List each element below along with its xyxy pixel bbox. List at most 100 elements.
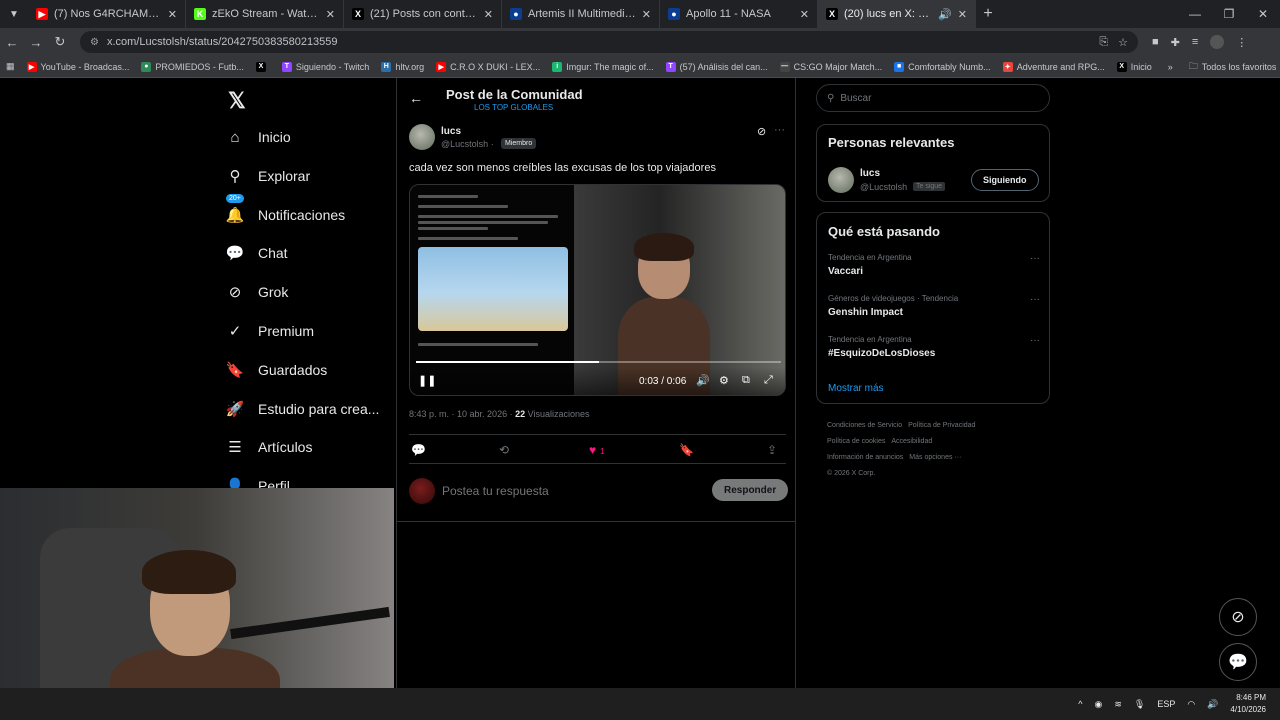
steam-icon[interactable]: ◉ (1094, 699, 1102, 710)
grok-fab-icon[interactable]: ⊘ (1219, 598, 1257, 636)
nav-item-guardados[interactable]: 🔖 Guardados (226, 361, 328, 379)
all-bookmarks[interactable]: 🗀 Todos los favoritos (1183, 59, 1280, 75)
back-button[interactable]: ← (0, 35, 24, 50)
back-arrow-icon[interactable]: ← (409, 90, 423, 106)
pip-icon[interactable]: ⧉ (742, 374, 750, 387)
browser-tab[interactable]: ● Artemis II Multimedia: Crew Ph ✕ (502, 0, 660, 28)
nav-item-explorar[interactable]: ⚲ Explorar (226, 167, 311, 185)
search-box[interactable]: ⚲ Buscar (816, 84, 1050, 112)
tab-close-icon[interactable]: ✕ (326, 8, 335, 21)
footer-link[interactable]: Condiciones de Servicio (827, 422, 902, 429)
following-button[interactable]: Siguiendo (971, 169, 1039, 191)
grok-icon[interactable]: ⊘ (757, 125, 766, 138)
bookmark-item[interactable]: ▶ YouTube - Broadcas... (21, 61, 136, 72)
mic-icon[interactable]: 🎙 (1134, 699, 1145, 710)
author-handle[interactable]: @Lucstolsh · (441, 139, 494, 149)
video-progress-bar[interactable] (416, 361, 781, 363)
trend-more-icon[interactable]: ··· (1030, 253, 1040, 264)
bookmark-item[interactable]: T Siguiendo - Twitch (276, 61, 375, 72)
reply-button[interactable]: Responder (712, 479, 789, 501)
footer-link[interactable]: © 2026 X Corp. (827, 470, 875, 477)
bookmark-item[interactable]: ✦ Adventure and RPG... (997, 61, 1111, 72)
nav-item-inicio[interactable]: ⌂ Inicio (226, 128, 290, 146)
install-app-icon[interactable]: ⎘ (1099, 36, 1108, 49)
show-more-link[interactable]: Mostrar más (828, 383, 884, 394)
browser-tab[interactable]: ● Apollo 11 - NASA ✕ (660, 0, 818, 28)
profile-avatar[interactable] (1210, 35, 1225, 49)
bookmark-item[interactable]: Hhltv.org (375, 61, 430, 72)
more-options-icon[interactable]: ··· (774, 124, 785, 136)
trend-more-icon[interactable]: ··· (1030, 335, 1040, 346)
trend-item[interactable]: Tendencia en Argentina Vaccari ··· (828, 253, 1040, 277)
tab-close-icon[interactable]: ✕ (800, 8, 809, 21)
bookmarks-overflow-icon[interactable]: » (1158, 62, 1183, 72)
footer-link[interactable]: Política de cookies (827, 438, 885, 445)
extensions-puzzle-icon[interactable]: ✚ (1171, 36, 1180, 49)
bookmark-item[interactable]: ■ Comfortably Numb... (888, 61, 997, 72)
tab-close-icon[interactable]: ✕ (958, 8, 967, 21)
bookmark-star-icon[interactable]: ☆ (1118, 36, 1128, 49)
site-info-icon[interactable]: ⚙ (90, 37, 99, 48)
forward-button[interactable]: → (24, 35, 48, 50)
messages-fab-icon[interactable]: 💬 (1219, 643, 1257, 681)
video-player[interactable]: ❚❚ 0:03 / 0:06 🔊 ⚙ ⧉ ⤢ (409, 184, 786, 396)
browser-menu-icon[interactable]: ⋮ (1236, 36, 1247, 49)
tab-close-icon[interactable]: ✕ (484, 8, 493, 21)
reload-button[interactable]: ↻ (48, 34, 72, 50)
trend-item[interactable]: Tendencia en Argentina #EsquizoDeLosDiose… (828, 335, 1040, 359)
bookmark-item[interactable]: X Inicio (1111, 61, 1158, 72)
nav-item-chat[interactable]: 💬 Chat (226, 244, 288, 262)
browser-tab[interactable]: X (21) Posts con contenido multi ✕ (344, 0, 502, 28)
reply-icon[interactable]: 💬 (411, 443, 426, 457)
x-logo-icon[interactable]: 𝕏 (228, 88, 246, 114)
browser-tab[interactable]: ▶ (7) Nos G4RCHAMOS a TODOS ✕ (28, 0, 186, 28)
footer-link[interactable]: Accesibilidad (891, 438, 932, 445)
browser-tab[interactable]: KzEkO Stream - Watch Live on Ki ✕ (186, 0, 344, 28)
search-input[interactable]: Buscar (840, 93, 871, 104)
tab-close-icon[interactable]: ✕ (168, 8, 177, 21)
pause-icon[interactable]: ❚❚ (418, 374, 436, 387)
wifi-icon[interactable]: ◠ (1187, 699, 1195, 710)
browser-tab[interactable]: X (20) lucs en X: "cada vez so 🔊 ✕ (818, 0, 976, 28)
url-text[interactable]: x.com/Lucstolsh/status/20427503835802135… (107, 36, 1099, 48)
relevant-name[interactable]: lucs (860, 168, 880, 179)
bookmark-icon[interactable]: 🔖 (679, 443, 694, 457)
tab-search-button[interactable]: ▼ (0, 0, 28, 28)
nav-item-artculos[interactable]: ☰ Artículos (226, 438, 312, 456)
bookmark-item[interactable]: ▶ C.R.O X DUKI - LEX... (430, 61, 546, 72)
trend-item[interactable]: Géneros de videojuegos · Tendencia Genshi… (828, 294, 1040, 318)
maximize-button[interactable]: ❐ (1212, 0, 1246, 28)
language-indicator[interactable]: ESP (1157, 699, 1175, 709)
volume-tray-icon[interactable]: 🔊 (1207, 699, 1218, 710)
relevant-handle[interactable]: @Lucstolsh (860, 182, 907, 192)
nav-item-notificaciones[interactable]: 🔔 Notificaciones 20+ (226, 193, 345, 224)
bookmark-item[interactable]: — CS:GO Major Match... (774, 61, 889, 72)
fullscreen-icon[interactable]: ⤢ (764, 374, 773, 387)
nav-item-estudioparacrea[interactable]: 🚀 Estudio para crea... (226, 400, 380, 418)
like-button[interactable]: ♥ 1 (589, 443, 605, 457)
footer-link[interactable]: Más opciones ··· (909, 454, 961, 461)
nav-item-grok[interactable]: ⊘ Grok (226, 283, 289, 301)
bookmark-item[interactable]: ● PROMIEDOS - Futb... (135, 61, 250, 72)
share-icon[interactable]: ⇪ (767, 443, 777, 457)
bookmark-item[interactable]: i Imgur: The magic of... (546, 61, 659, 72)
volume-icon[interactable]: 🔊 (696, 374, 710, 387)
tray-overflow-icon[interactable]: ^ (1078, 699, 1082, 709)
network-icon[interactable]: ≋ (1114, 699, 1122, 710)
omnibox[interactable]: ⚙ x.com/Lucstolsh/status/204275038358021… (80, 31, 1138, 53)
footer-link[interactable]: Política de Privacidad (908, 422, 975, 429)
settings-icon[interactable]: ⚙ (719, 374, 729, 387)
relevant-avatar[interactable] (828, 167, 854, 193)
tab-close-icon[interactable]: ✕ (642, 8, 651, 21)
author-name[interactable]: lucs (441, 126, 461, 137)
close-window-button[interactable]: ✕ (1246, 0, 1280, 28)
trend-more-icon[interactable]: ··· (1030, 294, 1040, 305)
clock[interactable]: 8:46 PM 4/10/2026 (1230, 692, 1266, 716)
audio-icon[interactable]: 🔊 (938, 8, 952, 21)
author-avatar[interactable] (409, 124, 435, 150)
footer-link[interactable]: Información de anuncios (827, 454, 903, 461)
extension-icon[interactable]: ■ (1152, 36, 1159, 48)
repost-icon[interactable]: ⟲ (499, 443, 509, 457)
new-tab-button[interactable]: + (976, 5, 1000, 23)
reading-list-icon[interactable]: ≡ (1192, 36, 1198, 48)
